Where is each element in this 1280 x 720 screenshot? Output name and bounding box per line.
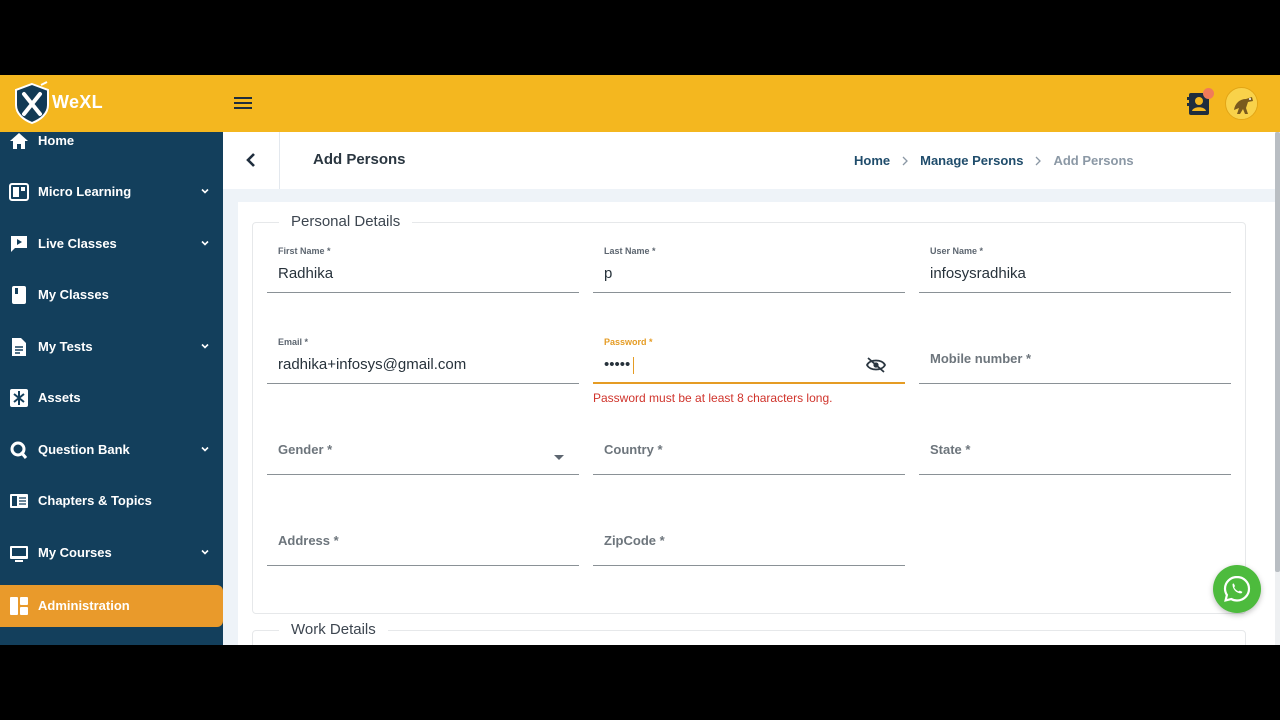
chevron-right-icon xyxy=(1035,156,1042,165)
email-label: Email * xyxy=(278,337,309,347)
sidebar-item-label: Micro Learning xyxy=(38,184,132,199)
password-error-message: Password must be at least 8 characters l… xyxy=(593,391,833,405)
user-name-field[interactable]: User Name * infosysradhika xyxy=(919,246,1231,293)
question-icon xyxy=(10,441,28,459)
sidebar-item-label: Home xyxy=(38,133,75,148)
sidebar-item-label: Administration xyxy=(38,598,130,613)
user-name-value: infosysradhika xyxy=(930,265,1026,282)
work-details-section: Work Details xyxy=(252,621,1246,645)
page-title: Add Persons xyxy=(313,151,406,168)
brand-name: WeXL xyxy=(52,92,103,112)
sidebar-item-label: My Courses xyxy=(38,545,112,560)
password-value: ••••• xyxy=(604,356,631,373)
breadcrumb-manage-persons[interactable]: Manage Persons xyxy=(920,153,1023,168)
state-placeholder: State * xyxy=(930,442,971,457)
state-field[interactable]: State * xyxy=(919,435,1231,475)
courses-icon xyxy=(10,546,28,562)
sidebar-item-micro-learning[interactable]: Micro Learning xyxy=(0,171,223,213)
sidebar-item-label: Question Bank xyxy=(38,442,130,457)
gender-select[interactable]: Gender * xyxy=(267,435,579,475)
sidebar-item-question-bank[interactable]: Question Bank xyxy=(0,429,223,471)
last-name-field[interactable]: Last Name * p xyxy=(593,246,905,293)
document-icon xyxy=(12,338,26,356)
mobile-number-field[interactable]: Mobile number * xyxy=(919,344,1231,384)
breadcrumb-add-persons: Add Persons xyxy=(1053,153,1134,168)
personal-details-section: Personal Details First Name * Radhika La… xyxy=(252,213,1246,614)
wexl-logo-icon xyxy=(15,81,49,125)
back-arrow-icon[interactable] xyxy=(241,150,261,170)
last-name-label: Last Name * xyxy=(604,246,656,256)
assets-icon xyxy=(10,389,28,407)
avatar[interactable] xyxy=(1225,87,1258,120)
email-field[interactable]: Email * radhika+infosys@gmail.com xyxy=(267,337,579,384)
first-name-field[interactable]: First Name * Radhika xyxy=(267,246,579,293)
email-value: radhika+infosys@gmail.com xyxy=(278,356,467,373)
whatsapp-icon xyxy=(1223,575,1251,602)
eye-off-icon[interactable] xyxy=(865,356,887,374)
chevron-down-icon xyxy=(201,549,209,555)
sidebar-item-my-classes[interactable]: My Classes xyxy=(0,274,223,316)
breadcrumb: Home Manage Persons Add Persons xyxy=(854,153,1134,168)
live-classes-icon xyxy=(11,236,27,252)
administration-icon xyxy=(10,597,28,615)
chevron-down-icon xyxy=(201,240,209,246)
main-content: Personal Details First Name * Radhika La… xyxy=(238,202,1275,645)
first-name-value: Radhika xyxy=(278,265,334,282)
home-icon xyxy=(10,133,28,149)
sidebar-item-live-classes[interactable]: Live Classes xyxy=(0,223,223,265)
first-name-label: First Name * xyxy=(278,246,331,256)
sidebar-item-my-tests[interactable]: My Tests xyxy=(0,326,223,368)
breadcrumb-home[interactable]: Home xyxy=(854,153,890,168)
sidebar-item-my-courses[interactable]: My Courses xyxy=(0,532,223,574)
sidebar-item-label: My Classes xyxy=(38,287,109,302)
dinosaur-avatar-icon xyxy=(1226,88,1257,119)
sidebar-item-label: Assets xyxy=(38,390,81,405)
sidebar-item-chapters-topics[interactable]: Chapters & Topics xyxy=(0,480,223,522)
chevron-down-icon xyxy=(201,446,209,452)
country-field[interactable]: Country * xyxy=(593,435,905,475)
scrollbar-thumb[interactable] xyxy=(1275,132,1280,572)
password-label: Password * xyxy=(604,337,653,347)
sidebar-item-administration[interactable]: Administration xyxy=(0,585,223,627)
app-window: WeXL Home Micro Learning Live Classes My… xyxy=(0,75,1280,645)
zipcode-placeholder: ZipCode * xyxy=(604,533,665,548)
chevron-right-icon xyxy=(902,156,909,165)
mobile-number-placeholder: Mobile number * xyxy=(930,351,1032,366)
work-details-legend: Work Details xyxy=(279,621,388,638)
vertical-scrollbar[interactable] xyxy=(1275,132,1280,645)
sidebar-item-home[interactable]: Home xyxy=(0,120,223,162)
user-name-label: User Name * xyxy=(930,246,984,256)
dropdown-arrow-icon xyxy=(554,455,564,460)
whatsapp-chat-button[interactable] xyxy=(1213,565,1261,613)
chevron-down-icon xyxy=(201,343,209,349)
chevron-down-icon xyxy=(201,188,209,194)
personal-details-legend: Personal Details xyxy=(279,213,413,230)
sidebar-item-label: My Tests xyxy=(38,339,93,354)
gender-placeholder: Gender * xyxy=(278,442,333,457)
page-header: Add Persons Home Manage Persons Add Pers… xyxy=(223,132,1275,189)
header-divider xyxy=(279,132,280,189)
password-field[interactable]: Password * ••••• xyxy=(593,337,905,384)
sidebar: Home Micro Learning Live Classes My Clas… xyxy=(0,132,223,645)
last-name-value: p xyxy=(604,265,613,282)
address-placeholder: Address * xyxy=(278,533,339,548)
chapters-icon xyxy=(10,494,28,508)
sidebar-item-label: Chapters & Topics xyxy=(38,493,152,508)
address-field[interactable]: Address * xyxy=(267,526,579,566)
zipcode-field[interactable]: ZipCode * xyxy=(593,526,905,566)
hamburger-menu-icon[interactable] xyxy=(232,94,254,112)
micro-learning-icon xyxy=(9,183,29,201)
sidebar-item-label: Live Classes xyxy=(38,236,117,251)
book-icon xyxy=(12,286,26,304)
notification-badge xyxy=(1203,88,1214,99)
sidebar-item-assets[interactable]: Assets xyxy=(0,377,223,419)
country-placeholder: Country * xyxy=(604,442,663,457)
text-caret xyxy=(633,357,634,374)
